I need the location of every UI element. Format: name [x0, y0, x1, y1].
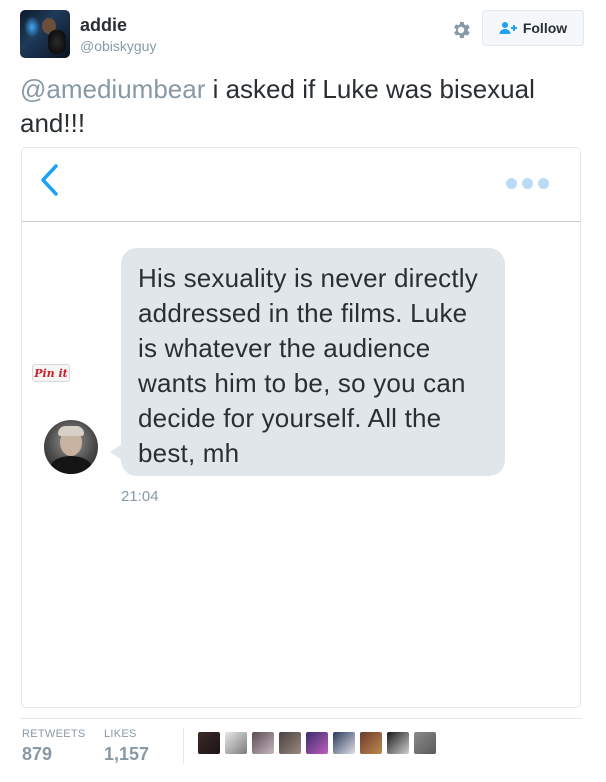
sender-avatar [44, 420, 98, 474]
retweets-label: RETWEETS [22, 728, 86, 740]
retweets-stat[interactable]: RETWEETS 879 [22, 728, 86, 765]
pin-it-label: Pin it [34, 366, 68, 380]
follow-button[interactable]: Follow [482, 10, 584, 46]
chevron-left-icon [41, 164, 58, 196]
more-dots-icon [506, 178, 549, 189]
likes-stat[interactable]: LIKES 1,157 [104, 728, 149, 765]
tweet-text-line2: and!!! [20, 108, 86, 138]
stats-separator [183, 728, 184, 764]
liker-avatar[interactable] [306, 732, 328, 754]
likers-avatars [198, 732, 436, 754]
display-name[interactable]: addie [80, 15, 127, 36]
gear-icon[interactable] [450, 19, 472, 41]
retweets-count: 879 [22, 744, 53, 764]
tweet-text: @amediumbear i asked if Luke was bisexua… [20, 72, 580, 140]
stats-divider [20, 718, 582, 719]
tweet-text-line1: i asked if Luke was bisexual [205, 74, 535, 104]
messages-topbar [22, 148, 580, 222]
add-user-icon [499, 22, 517, 34]
message-bubble: His sexuality is never directly addresse… [121, 248, 505, 476]
liker-avatar[interactable] [279, 732, 301, 754]
liker-avatar[interactable] [225, 732, 247, 754]
message-timestamp: 21:04 [121, 488, 159, 505]
likes-count: 1,157 [104, 744, 150, 764]
liker-avatar[interactable] [333, 732, 355, 754]
tweet-header: addie @obiskyguy Follow [20, 10, 586, 60]
mention-link[interactable]: @amediumbear [20, 74, 205, 104]
likes-label: LIKES [104, 728, 137, 740]
liker-avatar[interactable] [414, 732, 436, 754]
pin-it-button[interactable]: Pin it [32, 364, 70, 382]
liker-avatar[interactable] [198, 732, 220, 754]
liker-avatar[interactable] [252, 732, 274, 754]
user-avatar[interactable] [20, 10, 70, 58]
screen-name[interactable]: @obiskyguy [80, 38, 156, 54]
tweet-media-image[interactable]: His sexuality is never directly addresse… [21, 147, 581, 708]
follow-button-label: Follow [522, 20, 568, 36]
message-bubble-tail [110, 444, 122, 460]
liker-avatar[interactable] [387, 732, 409, 754]
liker-avatar[interactable] [360, 732, 382, 754]
